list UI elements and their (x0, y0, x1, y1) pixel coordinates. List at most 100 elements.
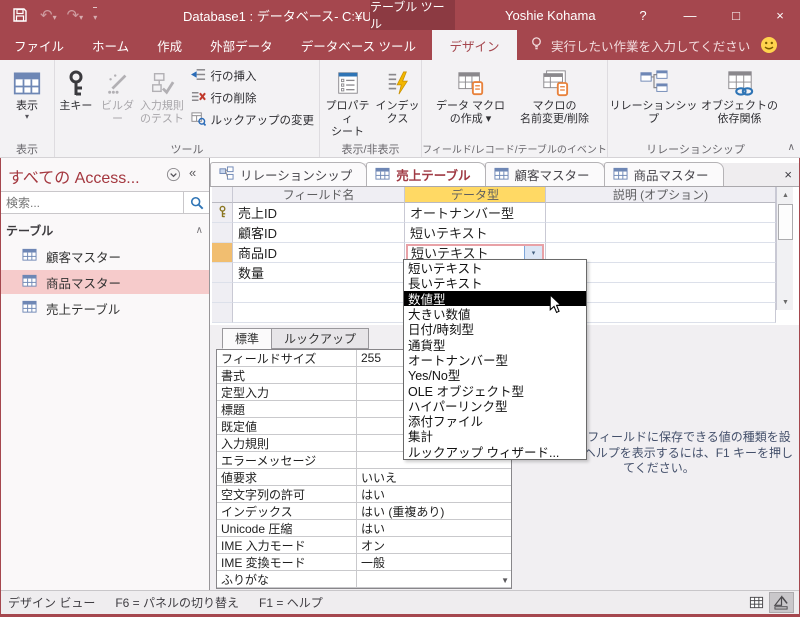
description-cell[interactable] (546, 223, 776, 243)
table-icon (22, 247, 37, 265)
status-bar: デザイン ビュー F6 = パネルの切り替え F1 = ヘルプ (0, 590, 800, 614)
account-name[interactable]: Yoshie Kohama (505, 0, 596, 30)
insert-rows-button[interactable]: 行の挿入 (186, 65, 320, 87)
create-data-macros-button[interactable]: データ マクロ の作成 ▾ (431, 62, 511, 138)
dropdown-item[interactable]: ルックアップ ウィザード... (404, 444, 586, 460)
relationships-icon (639, 66, 669, 100)
tab-lookup[interactable]: ルックアップ (271, 328, 370, 349)
field-name-cell[interactable] (233, 303, 405, 323)
customize-qat-button[interactable]: ▾ (93, 7, 98, 23)
property-sheet-button[interactable]: プロパティ シート (321, 62, 375, 140)
tab-external-data[interactable]: 外部データ (196, 30, 287, 60)
design-view-button[interactable] (769, 592, 794, 613)
nav-item-product-master[interactable]: 商品マスター (0, 270, 209, 294)
row-selector[interactable] (212, 223, 233, 243)
help-button[interactable]: ? (625, 0, 661, 30)
field-name-cell[interactable]: 売上ID (233, 203, 405, 223)
index-lightning-icon (385, 66, 411, 100)
key-icon (64, 66, 88, 100)
grid-corner-cell[interactable] (212, 187, 233, 203)
primary-key-button[interactable]: 主キー (55, 62, 97, 138)
property-row[interactable]: 値要求 いいえ (217, 469, 511, 486)
ribbon-group-relationships: リレーションシップ オブジェクトの 依存関係 リレーションシップ (608, 60, 783, 157)
window-border-left (0, 158, 1, 617)
property-row[interactable]: ふりがな (217, 571, 511, 588)
save-icon[interactable] (12, 7, 28, 26)
nav-menu-dropdown-icon[interactable] (166, 167, 181, 185)
undo-button[interactable]: ↶▾ (40, 6, 57, 24)
combo-dropdown-button[interactable]: ▾ (524, 245, 542, 260)
field-name-cell[interactable]: 商品ID (233, 243, 405, 263)
field-row-sales-id[interactable]: 売上ID オートナンバー型 (212, 203, 776, 223)
scrollbar-thumb[interactable] (778, 204, 793, 240)
search-icon[interactable] (183, 192, 209, 213)
tell-me-box[interactable]: 実行したい作業を入力してください (517, 30, 762, 60)
tab-design[interactable]: デザイン (432, 30, 518, 60)
modify-lookups-button[interactable]: ルックアップの変更 (186, 109, 320, 131)
row-selector[interactable] (212, 303, 233, 323)
row-selector[interactable] (212, 283, 233, 303)
close-document-icon[interactable]: × (776, 167, 800, 182)
doc-tab-customer-master[interactable]: 顧客マスター (484, 162, 605, 186)
nav-section-tables[interactable]: テーブル ∧ (0, 218, 209, 242)
data-type-cell[interactable]: 短いテキスト (405, 223, 546, 243)
ribbon: 表示 ▾ 表示 主キー ビルダー 入力規則 のテスト 行の挿入 行の削除 ルック… (0, 60, 800, 158)
property-row[interactable]: Unicode 圧縮 はい (217, 520, 511, 537)
close-button[interactable]: × (762, 0, 798, 30)
delete-rows-button[interactable]: 行の削除 (186, 87, 320, 109)
doc-tab-product-master[interactable]: 商品マスター (603, 162, 724, 186)
data-type-cell[interactable]: オートナンバー型 (405, 203, 546, 223)
row-selector[interactable] (212, 263, 233, 283)
tab-general[interactable]: 標準 (222, 328, 273, 349)
redo-button[interactable]: ↷▾ (67, 6, 84, 24)
minimize-button[interactable]: — (672, 0, 708, 30)
builder-button[interactable]: ビルダー (97, 62, 139, 138)
section-collapse-icon[interactable]: ∧ (196, 225, 203, 236)
shutter-bar-collapse-button[interactable]: « (189, 165, 196, 180)
property-row[interactable]: IME 変換モード 一般 (217, 554, 511, 571)
field-name-cell[interactable] (233, 283, 405, 303)
description-cell[interactable] (546, 203, 776, 223)
object-dependencies-button[interactable]: オブジェクトの 依存関係 (698, 62, 782, 138)
indexes-button[interactable]: インデックス (375, 62, 421, 138)
header-description[interactable]: 説明 (オプション) (546, 187, 776, 203)
property-row[interactable]: インデックス はい (重複あり) (217, 503, 511, 520)
nav-item-sales-table[interactable]: 売上テーブル (0, 296, 209, 320)
table-icon (22, 273, 37, 291)
property-row[interactable]: 空文字列の許可 はい (217, 486, 511, 503)
scroll-down-icon[interactable]: ▼ (778, 294, 793, 310)
property-row[interactable]: IME 入力モード オン (217, 537, 511, 554)
field-name-cell[interactable]: 数量 (233, 263, 405, 283)
nav-item-customer-master[interactable]: 顧客マスター (0, 244, 209, 268)
tab-file[interactable]: ファイル (0, 30, 78, 60)
field-row-customer-id[interactable]: 顧客ID 短いテキスト (212, 223, 776, 243)
row-selector[interactable] (212, 203, 233, 223)
feedback-smiley-icon[interactable] (760, 36, 778, 57)
contextual-tab-table-tools[interactable]: テーブル ツール (370, 0, 455, 31)
doc-tab-sales-table[interactable]: 売上テーブル (366, 162, 486, 186)
test-validation-rules-button[interactable]: 入力規則 のテスト (138, 62, 185, 138)
document-tab-bar: リレーションシップ 売上テーブル 顧客マスター 商品マスター × (210, 162, 800, 187)
datasheet-view-button[interactable] (744, 592, 769, 613)
grid-vertical-scrollbar[interactable]: ▲ ▼ (776, 187, 793, 310)
ribbon-group-views: 表示 ▾ 表示 (0, 60, 55, 157)
relationships-button[interactable]: リレーションシップ (610, 62, 698, 138)
collapse-ribbon-button[interactable]: ∧ (788, 142, 795, 153)
view-button[interactable]: 表示 ▾ (13, 62, 41, 138)
header-field-name[interactable]: フィールド名 (233, 187, 405, 203)
tab-database-tools[interactable]: データベース ツール (287, 30, 430, 60)
field-name-cell[interactable]: 顧客ID (233, 223, 405, 243)
navigation-pane: すべての Access... « テーブル ∧ 顧客マスター 商品マスター 売上… (0, 158, 210, 590)
maximize-button[interactable]: □ (718, 0, 754, 30)
tab-home[interactable]: ホーム (78, 30, 143, 60)
search-input[interactable] (0, 195, 183, 210)
doc-tab-relationships[interactable]: リレーションシップ (210, 162, 368, 186)
scroll-up-icon[interactable]: ▲ (778, 187, 793, 203)
property-scroll-down-icon[interactable]: ▼ (501, 576, 509, 585)
table-icon (22, 299, 37, 317)
header-data-type[interactable]: データ型 (405, 187, 546, 203)
rename-delete-macro-button[interactable]: マクロの 名前変更/削除 (511, 62, 599, 138)
tab-create[interactable]: 作成 (143, 30, 196, 60)
row-selector-active[interactable] (212, 243, 233, 263)
datasheet-view-icon (13, 66, 41, 100)
